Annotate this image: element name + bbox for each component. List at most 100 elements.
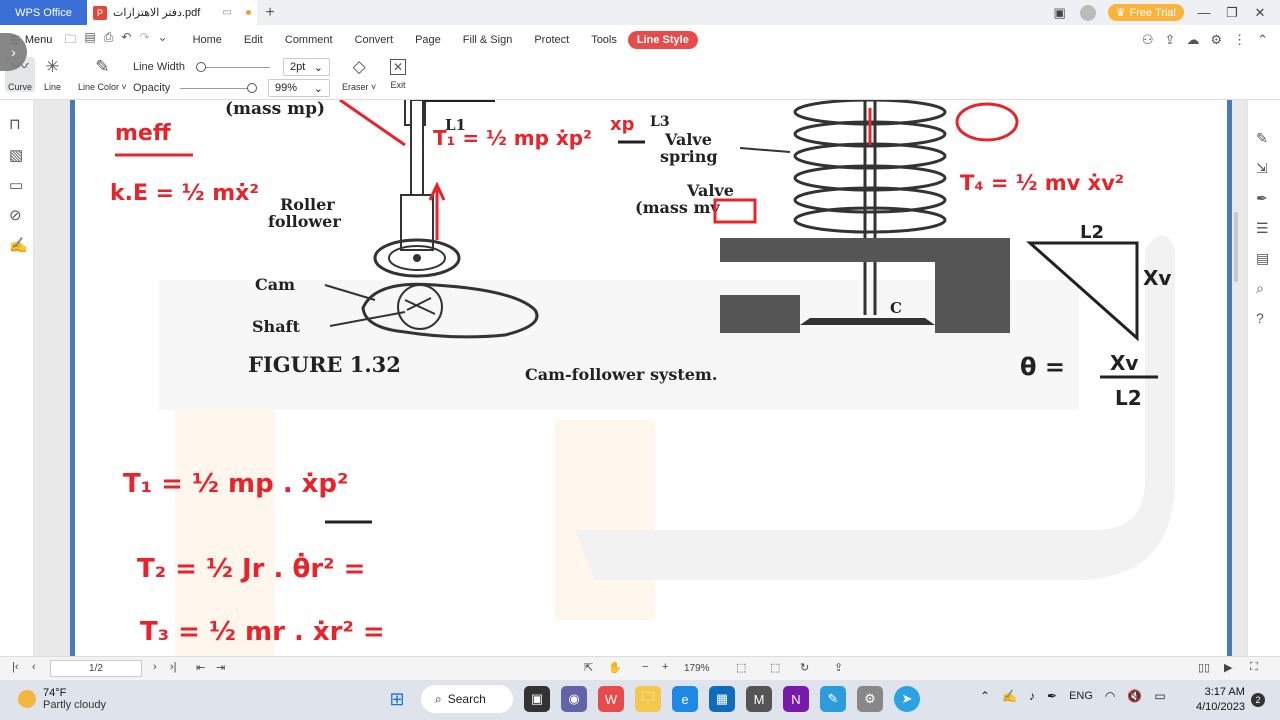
opacity-slider[interactable] (180, 88, 256, 89)
ink-icon[interactable]: ✍ (1002, 689, 1017, 703)
hand-icon[interactable]: ✋ (608, 661, 622, 674)
pen-tray-icon[interactable]: ✒ (1047, 689, 1057, 703)
bookmark-icon[interactable]: ⊓ (9, 115, 21, 133)
document-view[interactable]: (mass mp) L1 Roller follower Cam Shaft F… (34, 100, 1247, 656)
zoom-level[interactable]: 179% (684, 663, 710, 674)
export-icon[interactable]: ⇲ (1256, 160, 1268, 177)
line-tool[interactable]: ✳ Line (44, 57, 61, 92)
battery-icon[interactable]: ▭ (1154, 689, 1165, 703)
settings-icon[interactable]: ⚙ (1210, 32, 1222, 48)
tab-page[interactable]: Page (404, 34, 452, 46)
more-icon[interactable]: ⋮ (1233, 32, 1246, 48)
view-mode-icon[interactable]: ⬚ (736, 661, 746, 674)
rotate-icon[interactable]: ↻ (800, 661, 809, 674)
teams-icon[interactable]: ◉ (561, 686, 587, 712)
comment-icon[interactable]: ▭ (9, 176, 23, 194)
exit-tool[interactable]: ✕ Exit (390, 57, 406, 90)
mathpix-icon[interactable]: M (746, 686, 772, 712)
wps-office-tab[interactable]: WPS Office (0, 0, 87, 25)
undo-icon[interactable]: ↶ (121, 30, 131, 51)
language-indicator[interactable]: ENG (1069, 690, 1093, 702)
search-icon[interactable]: ⌕ (1256, 280, 1264, 297)
fullscreen-icon[interactable]: ⛶ (1250, 661, 1258, 674)
open-folder-icon[interactable]: 🗀 (64, 30, 76, 51)
list-icon[interactable]: ☰ (1256, 220, 1269, 237)
sign-icon[interactable]: ✒ (1256, 190, 1268, 207)
tab-convert[interactable]: Convert (344, 34, 405, 46)
onenote-icon[interactable]: N (783, 686, 809, 712)
windows-start-icon[interactable]: ⊞ (384, 686, 410, 712)
collaborate-icon[interactable]: ⚇ (1142, 32, 1154, 48)
export-page-icon[interactable]: ⇪ (834, 661, 843, 674)
thumbnail-icon[interactable]: ▧ (9, 146, 23, 164)
save-icon[interactable]: ▤ (84, 30, 95, 51)
close-icon[interactable]: ✕ (1252, 5, 1268, 21)
collapse-ribbon-icon[interactable]: ⌃ (1257, 32, 1268, 48)
select-cursor-icon[interactable]: ⇱ (584, 661, 593, 674)
first-page-icon[interactable]: |‹ (12, 661, 19, 673)
last-page-icon[interactable]: ›| (170, 661, 177, 673)
tab-line-style[interactable]: Line Style (627, 31, 698, 49)
vertical-scrollbar[interactable] (1232, 102, 1240, 654)
telegram-icon[interactable]: ➤ (894, 686, 920, 712)
fit-page-icon[interactable]: ⇤ (196, 661, 205, 674)
edit-icon[interactable]: ✎ (1256, 130, 1268, 147)
page-icon[interactable]: ▤ (1256, 250, 1269, 267)
tab-protect[interactable]: Protect (523, 34, 580, 46)
play-icon[interactable]: ▶ (1224, 661, 1232, 674)
tab-tools[interactable]: Tools (580, 34, 628, 46)
minimize-icon[interactable]: — (1196, 5, 1212, 20)
prev-page-icon[interactable]: ‹ (32, 661, 36, 673)
avatar[interactable] (1079, 4, 1096, 21)
line-width-slider-handle[interactable] (196, 62, 206, 72)
weather-widget[interactable]: 74°F Partly cloudy (18, 687, 106, 711)
tab-edit[interactable]: Edit (233, 34, 274, 46)
next-page-icon[interactable]: › (153, 661, 157, 673)
cloud-icon[interactable]: ☁ (1186, 32, 1199, 48)
taskbar-search[interactable]: ⌕ Search (421, 685, 513, 713)
document-tab[interactable]: P دفتر الاهتزازات.pdf ▭ (87, 0, 257, 25)
pin-tab-icon[interactable]: ▭ (223, 7, 232, 18)
help-icon[interactable]: ? (1256, 310, 1264, 326)
print-icon[interactable]: ⎙ (104, 30, 114, 51)
settings-app-icon[interactable]: ⚙ (857, 686, 883, 712)
redo-icon[interactable]: ↷ (139, 30, 149, 51)
opacity-slider-handle[interactable] (247, 83, 257, 93)
read-mode-icon[interactable]: ▯▯ (1198, 661, 1210, 674)
scrollbar-thumb[interactable] (1234, 212, 1238, 282)
new-tab-button[interactable]: + (257, 4, 283, 22)
chevron-up-icon[interactable]: ⌃ (980, 689, 990, 703)
zoom-in-icon[interactable]: + (662, 661, 668, 673)
wifi-icon[interactable]: ◠ (1105, 689, 1115, 703)
continuous-icon[interactable]: ⬚ (770, 661, 780, 674)
line-color-tool[interactable]: ✎ Line Color ˅ (78, 57, 127, 92)
pen-app-icon[interactable]: ✎ (820, 686, 846, 712)
store-icon[interactable]: ▦ (709, 686, 735, 712)
line-width-select[interactable]: 2pt ⌄ (283, 58, 330, 76)
notification-badge[interactable]: 2 (1251, 693, 1265, 707)
zoom-out-icon[interactable]: − (642, 661, 648, 673)
clock[interactable]: 3:17 AM 4/10/2023 (1196, 685, 1245, 715)
file-explorer-icon[interactable]: 🗀 (635, 686, 661, 712)
page-number-input[interactable]: 1/2 (50, 660, 142, 677)
clock-time: 3:17 AM (1204, 686, 1245, 698)
volume-icon[interactable]: 🔇 (1127, 689, 1142, 703)
line-width-slider[interactable] (198, 67, 270, 68)
signature-icon[interactable]: ✍ (9, 236, 28, 254)
layout-icon[interactable]: ▣ (1052, 5, 1068, 21)
tab-home[interactable]: Home (182, 34, 233, 46)
wps-icon[interactable]: W (598, 686, 624, 712)
eraser-tool[interactable]: ◇ Eraser ˅ (342, 57, 376, 92)
task-view-icon[interactable]: ▣ (524, 686, 550, 712)
fit-width-icon[interactable]: ⇥ (216, 661, 225, 674)
quick-access-dropdown-icon[interactable]: ⌄ (158, 30, 168, 51)
opacity-select[interactable]: 99% ⌄ (268, 79, 330, 97)
restore-icon[interactable]: ❐ (1224, 5, 1240, 21)
edge-icon[interactable]: e (672, 686, 698, 712)
attachment-icon[interactable]: ⊘ (9, 206, 22, 224)
tab-comment[interactable]: Comment (274, 34, 344, 46)
microphone-icon[interactable]: ♪ (1029, 689, 1035, 703)
share-icon[interactable]: ⇪ (1165, 32, 1176, 48)
tab-fill-sign[interactable]: Fill & Sign (452, 34, 524, 46)
free-trial-button[interactable]: ♛ Free Trial (1107, 4, 1184, 21)
